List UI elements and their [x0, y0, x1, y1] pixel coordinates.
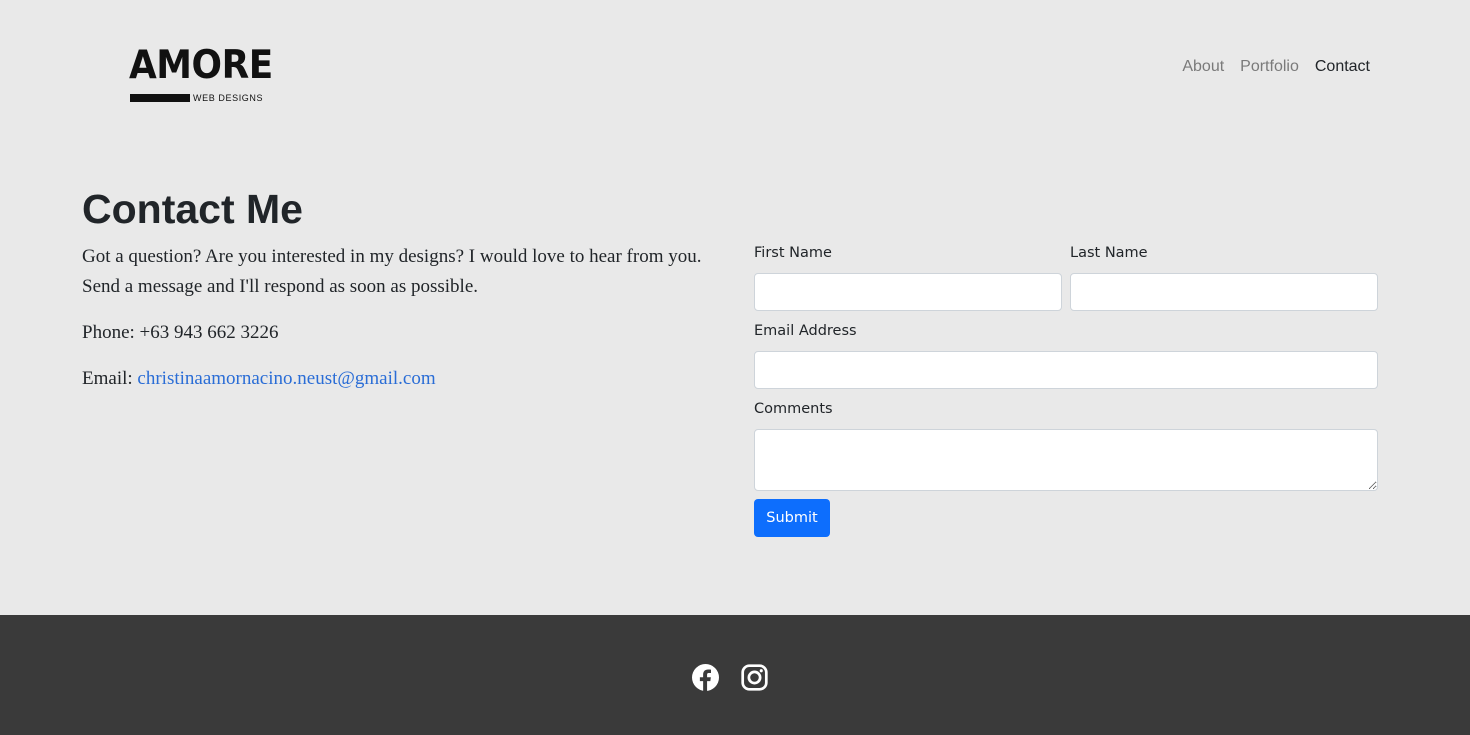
- page-title: Contact Me: [82, 186, 303, 232]
- facebook-icon[interactable]: [692, 664, 719, 691]
- email-address-field[interactable]: [754, 351, 1378, 389]
- site-header: AMORE WEB DESIGNS About Portfolio Contac…: [0, 0, 1470, 140]
- last-name-label: Last Name: [1070, 245, 1148, 261]
- comments-label: Comments: [754, 401, 833, 417]
- email-link[interactable]: christinaamornacino.neust@gmail.com: [137, 368, 435, 389]
- submit-button[interactable]: Submit: [754, 499, 830, 537]
- email-address-label: Email Address: [754, 323, 857, 339]
- first-name-field[interactable]: [754, 273, 1062, 311]
- facebook-icon-graphic: [692, 664, 719, 691]
- phone-number: +63 943 662 3226: [139, 322, 279, 343]
- email-label: Email:: [82, 368, 133, 389]
- instagram-icon-graphic: [741, 664, 768, 691]
- brand-logo[interactable]: AMORE WEB DESIGNS: [129, 44, 273, 106]
- email-line: Email: christinaamornacino.neust@gmail.c…: [82, 364, 436, 394]
- nav-link-contact[interactable]: Contact: [1315, 57, 1370, 77]
- logo-underline-bar: [130, 94, 190, 102]
- main-nav: About Portfolio Contact: [1182, 57, 1370, 77]
- phone-label: Phone:: [82, 322, 135, 343]
- brand-name: AMORE: [129, 43, 273, 88]
- instagram-icon[interactable]: [741, 664, 768, 691]
- nav-link-about[interactable]: About: [1182, 57, 1224, 77]
- phone-line: Phone: +63 943 662 3226: [82, 318, 279, 348]
- contact-intro: Got a question? Are you interested in my…: [82, 246, 702, 297]
- last-name-field[interactable]: [1070, 273, 1378, 311]
- comments-textarea[interactable]: [754, 429, 1378, 491]
- first-name-label: First Name: [754, 245, 832, 261]
- site-footer: [0, 615, 1470, 735]
- nav-link-portfolio[interactable]: Portfolio: [1240, 57, 1299, 77]
- brand-tagline: WEB DESIGNS: [193, 93, 264, 103]
